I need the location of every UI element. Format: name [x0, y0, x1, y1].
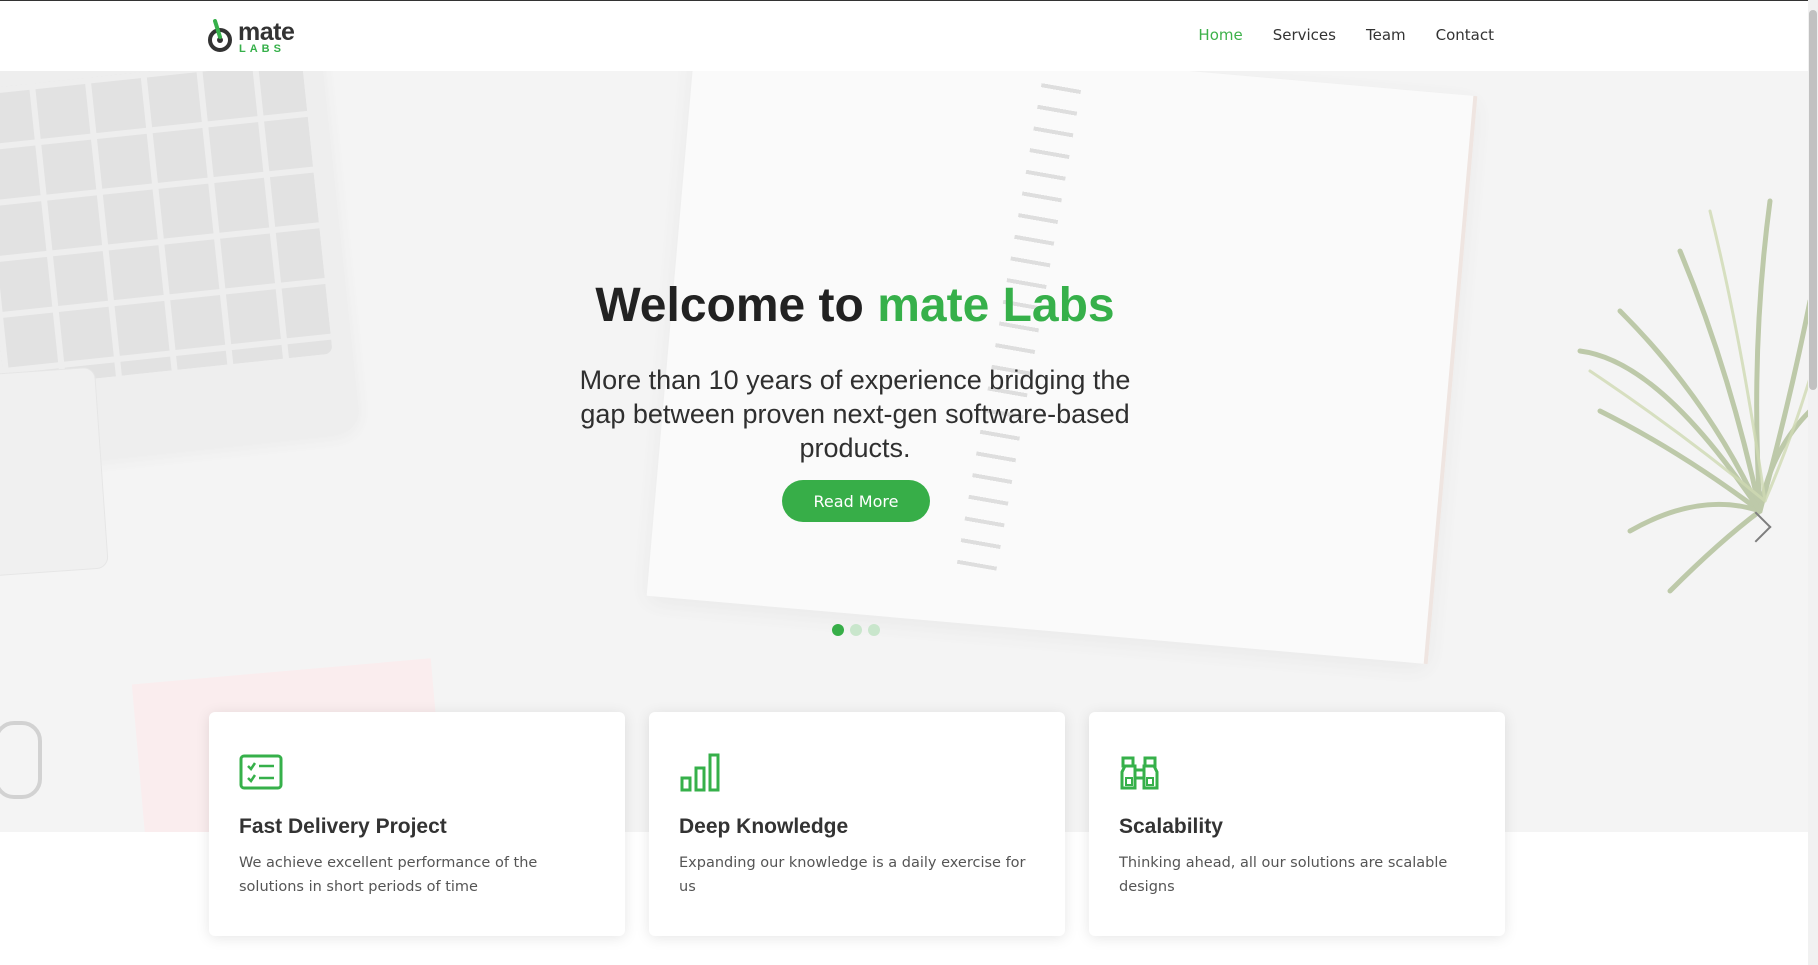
carousel-indicators — [832, 624, 880, 636]
main-nav: Home Services Team Contact — [1198, 26, 1494, 44]
nav-item-contact[interactable]: Contact — [1436, 26, 1494, 44]
bar-chart-icon — [680, 753, 720, 792]
feature-card: Fast Delivery Project We achieve excelle… — [209, 712, 625, 936]
feature-description: Thinking ahead, all our solutions are sc… — [1119, 855, 1448, 895]
carousel-dot-1[interactable] — [832, 624, 844, 636]
nav-item-team[interactable]: Team — [1366, 26, 1406, 44]
brand-logo[interactable]: mate LABS — [208, 17, 318, 57]
site-header: mate LABS Home Services Team Contact — [0, 1, 1808, 71]
carousel-dot-3[interactable] — [868, 624, 880, 636]
carousel-dot-2[interactable] — [850, 624, 862, 636]
feature-description: Expanding our knowledge is a daily exerc… — [679, 855, 1026, 895]
feature-cards: Fast Delivery Project We achieve excelle… — [209, 712, 1505, 936]
hero-title-prefix: Welcome to — [595, 279, 864, 333]
feature-title: Scalability — [1119, 815, 1223, 838]
logo-word: mate — [238, 18, 295, 46]
logo-mark-icon — [208, 19, 232, 52]
page-scrollbar[interactable] — [1808, 0, 1818, 965]
binoculars-icon — [1120, 756, 1159, 790]
feature-title: Fast Delivery Project — [239, 815, 447, 838]
checklist-icon — [239, 754, 283, 790]
nav-item-home[interactable]: Home — [1198, 26, 1242, 44]
hero-subtitle: More than 10 years of experience bridgin… — [579, 365, 1131, 463]
scrollbar-thumb[interactable] — [1809, 10, 1817, 390]
hero-title: Welcome to mate Labs — [0, 278, 1710, 333]
feature-title: Deep Knowledge — [679, 815, 849, 838]
feature-card: Scalability Thinking ahead, all our solu… — [1089, 712, 1505, 936]
read-more-button[interactable]: Read More — [782, 480, 930, 522]
nav-item-services[interactable]: Services — [1273, 26, 1336, 44]
feature-card: Deep Knowledge Expanding our knowledge i… — [649, 712, 1065, 936]
feature-description: We achieve excellent performance of the … — [239, 855, 538, 895]
hero-title-accent: mate Labs — [877, 279, 1115, 333]
logo-subword: LABS — [239, 43, 285, 55]
